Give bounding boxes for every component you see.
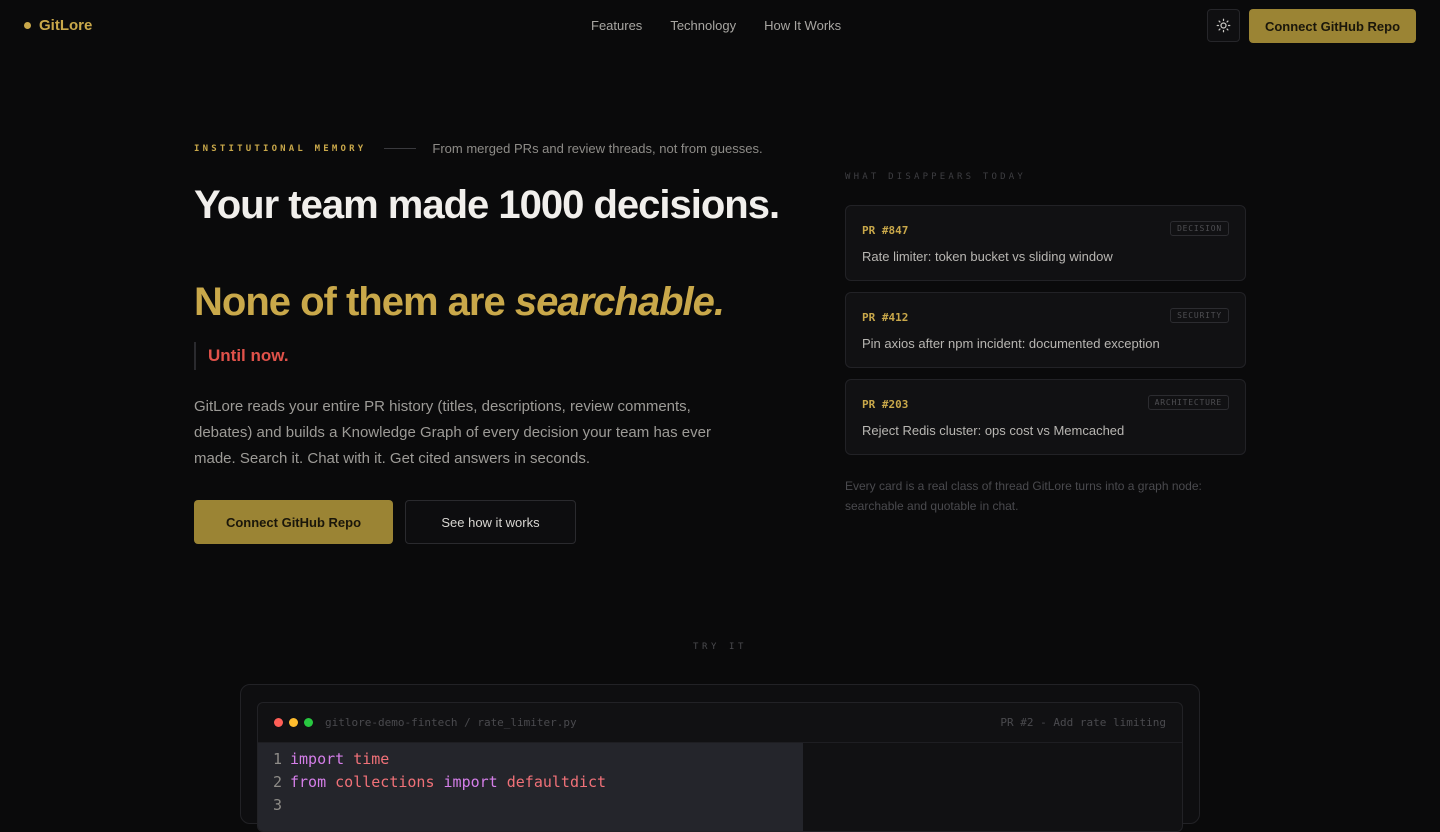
pr-card-title: Rate limiter: token bucket vs sliding wi… [862,249,1113,264]
brand-logo[interactable]: GitLore [24,17,92,34]
cards-footnote: Every card is a real class of thread Git… [845,479,1202,513]
hero-eyebrow: INSTITUTIONAL MEMORY From merged PRs and… [194,141,763,156]
eyebrow-divider [384,148,417,149]
minimize-dot-icon [289,718,298,727]
eyebrow-label: INSTITUTIONAL MEMORY [194,143,367,154]
code-identifier: time [353,749,390,768]
pr-number: PR #203 [862,398,909,411]
nav-connect-github-button[interactable]: Connect GitHub Repo [1249,9,1416,43]
code-keyword: from [290,772,327,791]
pr-card-title: Pin axios after npm incident: documented… [862,336,1160,351]
pr-number: PR #412 [862,311,909,324]
code-editor[interactable]: 1 import time 2 from collections import … [258,743,803,831]
code-line: 3 [258,793,290,816]
pr-card[interactable]: PR #847 DECISION Rate limiter: token buc… [845,205,1246,281]
code-line: 1 import time [258,747,389,770]
brand-name: GitLore [39,17,93,34]
pr-number: PR #847 [862,224,909,237]
connect-github-button[interactable]: Connect GitHub Repo [194,500,393,544]
code-keyword: import [443,772,498,791]
theme-toggle-button[interactable] [1207,9,1240,42]
brand-dot-icon [24,22,31,29]
hero-title-gold-italic: searchable. [514,280,725,324]
file-path: gitlore-demo-fintech / rate_limiter.py [325,716,577,729]
code-window: gitlore-demo-fintech / rate_limiter.py P… [257,702,1183,832]
until-now-text: Until now. [208,346,289,365]
close-dot-icon [274,718,283,727]
nav-link-technology[interactable]: Technology [670,18,736,33]
hero-title: Your team made 1000 decisions. [194,183,780,227]
hero-title-gold: None of them are searchable. [194,280,725,325]
code-window-titlebar: gitlore-demo-fintech / rate_limiter.py P… [258,703,1182,743]
category-badge: DECISION [1170,221,1229,236]
code-identifier: collections [335,772,435,791]
sun-icon [1216,18,1231,33]
nav-link-features[interactable]: Features [591,18,642,33]
hero-title-gold-plain: None of them are [194,280,515,324]
pr-reference: PR #2 - Add rate limiting [1000,716,1166,729]
code-keyword: import [290,749,345,768]
pr-card[interactable]: PR #412 SECURITY Pin axios after npm inc… [845,292,1246,368]
until-now-callout: Until now. [194,342,289,370]
nav-link-how-it-works[interactable]: How It Works [764,18,841,33]
code-identifier: defaultdict [506,772,607,791]
category-badge: SECURITY [1170,308,1229,323]
eyebrow-subtitle: From merged PRs and review threads, not … [432,141,763,156]
line-number: 3 [272,795,282,814]
category-badge: ARCHITECTURE [1147,395,1229,410]
maximize-dot-icon [304,718,313,727]
line-number: 2 [272,772,282,791]
try-it-label: TRY IT [692,642,748,652]
code-line: 2 from collections import defaultdict [258,770,606,793]
pr-card[interactable]: PR #203 ARCHITECTURE Reject Redis cluste… [845,379,1246,455]
top-nav: GitLore Features Technology How It Works… [0,0,1440,52]
nav-links: Features Technology How It Works [591,18,841,33]
line-number: 1 [272,749,282,768]
hero-description: GitLore reads your entire PR history (ti… [194,398,711,467]
see-how-it-works-button[interactable]: See how it works [405,500,576,544]
pr-card-title: Reject Redis cluster: ops cost vs Memcac… [862,423,1125,438]
what-disappears-label: WHAT DISAPPEARS TODAY [845,172,1026,182]
